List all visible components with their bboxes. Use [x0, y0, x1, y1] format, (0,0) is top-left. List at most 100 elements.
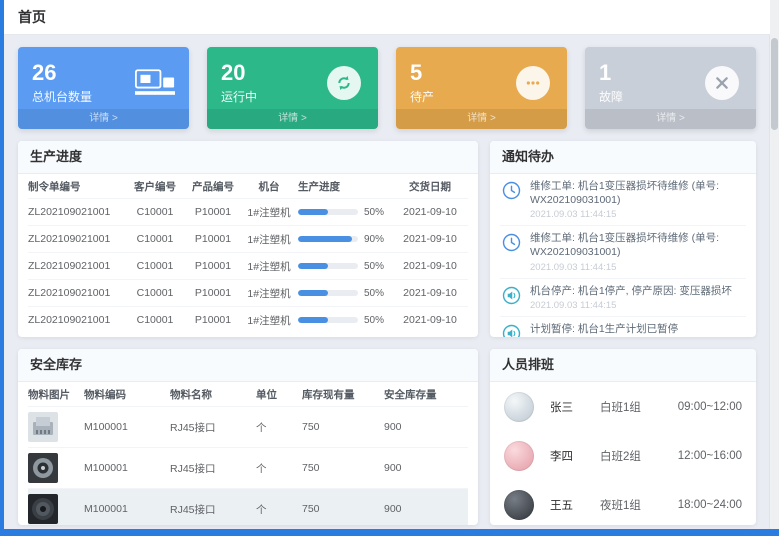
- running-icon: [324, 63, 364, 103]
- progress-percent: 50%: [364, 207, 384, 218]
- order-cell: ZL202109021001: [28, 287, 128, 299]
- detail-link[interactable]: 详情 >: [18, 109, 189, 129]
- material-image: [28, 494, 58, 524]
- notice-time: 2021.09.03 11:44:15: [530, 209, 744, 220]
- stat-value: 20: [221, 61, 257, 85]
- date-cell: 2021-09-10: [396, 260, 468, 272]
- machine-cell: 1#注塑机: [244, 205, 298, 220]
- avatar: [504, 441, 534, 471]
- clock-icon: [502, 232, 522, 272]
- shift-time: 18:00~24:00: [678, 499, 742, 511]
- detail-link[interactable]: 详情 >: [585, 109, 756, 129]
- app-window: 首页 26 总机台数量: [0, 0, 779, 536]
- product-cell: P10001: [186, 314, 244, 326]
- stat-card-total-machines[interactable]: 26 总机台数量 详情 >: [18, 47, 189, 129]
- page-title: 首页: [18, 7, 46, 27]
- customer-cell: C10001: [128, 260, 186, 272]
- stat-card-waiting[interactable]: 5 待产: [396, 47, 567, 129]
- progress-fill: [298, 236, 352, 242]
- customer-cell: C10001: [128, 314, 186, 326]
- stat-value: 5: [410, 61, 434, 85]
- product-cell: P10001: [186, 260, 244, 272]
- stat-label: 运行中: [221, 88, 257, 105]
- notice-item[interactable]: 维修工单: 机台1变压器损坏待维修 (单号: WX202109031001) 2…: [500, 226, 746, 278]
- clock-icon: [502, 180, 522, 220]
- notice-item[interactable]: 计划暂停: 机台1生产计划已暂停 2021.09.03 11:44:15: [500, 317, 746, 337]
- col-header: 机台: [244, 179, 298, 194]
- progress-cell: 50%: [298, 315, 396, 326]
- table-row: M100001 RJ45接口 个 750 900: [28, 448, 468, 489]
- detail-link[interactable]: 详情 >: [396, 109, 567, 129]
- schedule-row: 王五 夜班1组 18:00~24:00: [500, 480, 746, 525]
- schedule-row: 李四 白班2组 12:00~16:00: [500, 431, 746, 480]
- notice-time: 2021.09.03 11:44:15: [530, 262, 744, 273]
- notice-text: 机台停产: 机台1停产, 停产原因: 变压器损坏: [530, 285, 732, 299]
- order-cell: ZL202109021001: [28, 260, 128, 272]
- stat-cards: 26 总机台数量 详情 >: [18, 47, 756, 129]
- stat-card-fault[interactable]: 1 故障 详情 >: [585, 47, 756, 129]
- date-cell: 2021-09-10: [396, 206, 468, 218]
- panel-title: 通知待办: [490, 141, 756, 174]
- col-header: 库存现有量: [302, 387, 384, 402]
- table-row: ZL202109021001 C10001 P10001 1#注塑机 90% 2…: [28, 226, 468, 253]
- progress-track: [298, 236, 358, 242]
- shift-label: 白班2组: [600, 448, 678, 464]
- material-image: [28, 453, 58, 483]
- shift-label: 白班1组: [600, 399, 678, 415]
- notice-item[interactable]: 维修工单: 机台1变压器损坏待维修 (单号: WX202109031001) 2…: [500, 174, 746, 226]
- panel-title: 人员排班: [490, 349, 756, 382]
- person-name: 张三: [550, 399, 600, 415]
- code-cell: M100001: [84, 503, 170, 515]
- table-row: ZL202109021001 C10001 P10001 1#注塑机 50% 2…: [28, 280, 468, 307]
- person-name: 李四: [550, 448, 600, 464]
- avatar: [504, 490, 534, 520]
- product-cell: P10001: [186, 206, 244, 218]
- safety-cell: 900: [384, 421, 468, 433]
- table-row: ZL202109021001 C10001 P10001 1#注塑机 50% 2…: [28, 199, 468, 226]
- qty-cell: 750: [302, 462, 384, 474]
- unit-cell: 个: [256, 420, 302, 435]
- scrollbar-thumb[interactable]: [771, 38, 778, 130]
- name-cell: RJ45接口: [170, 420, 256, 435]
- progress-track: [298, 209, 358, 215]
- customer-cell: C10001: [128, 233, 186, 245]
- col-header: 交货日期: [396, 179, 468, 194]
- speaker-icon: [502, 285, 522, 312]
- customer-cell: C10001: [128, 206, 186, 218]
- stat-value: 1: [599, 61, 623, 85]
- shift-time: 12:00~16:00: [678, 450, 742, 462]
- name-cell: RJ45接口: [170, 461, 256, 476]
- progress-fill: [298, 209, 328, 215]
- notice-text: 维修工单: 机台1变压器损坏待维修 (单号: WX202109031001): [530, 232, 744, 259]
- shift-time: 09:00~12:00: [678, 401, 742, 413]
- stat-card-running[interactable]: 20 运行中: [207, 47, 378, 129]
- col-header: 生产进度: [298, 179, 396, 194]
- col-header: 单位: [256, 387, 302, 402]
- panel-grid: 生产进度 制令单编号 客户编号 产品编号 机台 生产进度 交货日期 ZL2021…: [18, 141, 756, 525]
- col-header: 物料名称: [170, 387, 256, 402]
- speaker-icon: [502, 323, 522, 337]
- table-row: M100001 RJ45接口 个 750 900: [28, 489, 468, 525]
- name-cell: RJ45接口: [170, 502, 256, 517]
- notice-item[interactable]: 机台停产: 机台1停产, 停产原因: 变压器损坏 2021.09.03 11:4…: [500, 279, 746, 318]
- scrollbar[interactable]: [769, 0, 779, 529]
- progress-percent: 50%: [364, 261, 384, 272]
- customer-cell: C10001: [128, 287, 186, 299]
- date-cell: 2021-09-10: [396, 287, 468, 299]
- stat-label: 待产: [410, 88, 434, 105]
- detail-link[interactable]: 详情 >: [207, 109, 378, 129]
- date-cell: 2021-09-10: [396, 314, 468, 326]
- inventory-panel: 安全库存 物料图片 物料编码 物料名称 单位 库存现有量 安全库存量: [18, 349, 478, 525]
- order-cell: ZL202109021001: [28, 314, 128, 326]
- content-area: 首页 26 总机台数量: [4, 0, 770, 529]
- notice-text: 维修工单: 机台1变压器损坏待维修 (单号: WX202109031001): [530, 180, 744, 207]
- notice-text: 计划暂停: 机台1生产计划已暂停: [530, 323, 678, 337]
- progress-percent: 90%: [364, 234, 384, 245]
- progress-cell: 90%: [298, 234, 396, 245]
- machine-cell: 1#注塑机: [244, 232, 298, 247]
- machine-cell: 1#注塑机: [244, 259, 298, 274]
- progress-track: [298, 263, 358, 269]
- table-header-row: 物料图片 物料编码 物料名称 单位 库存现有量 安全库存量: [28, 382, 468, 407]
- col-header: 安全库存量: [384, 387, 468, 402]
- notice-time: 2021.09.03 11:44:15: [530, 300, 732, 311]
